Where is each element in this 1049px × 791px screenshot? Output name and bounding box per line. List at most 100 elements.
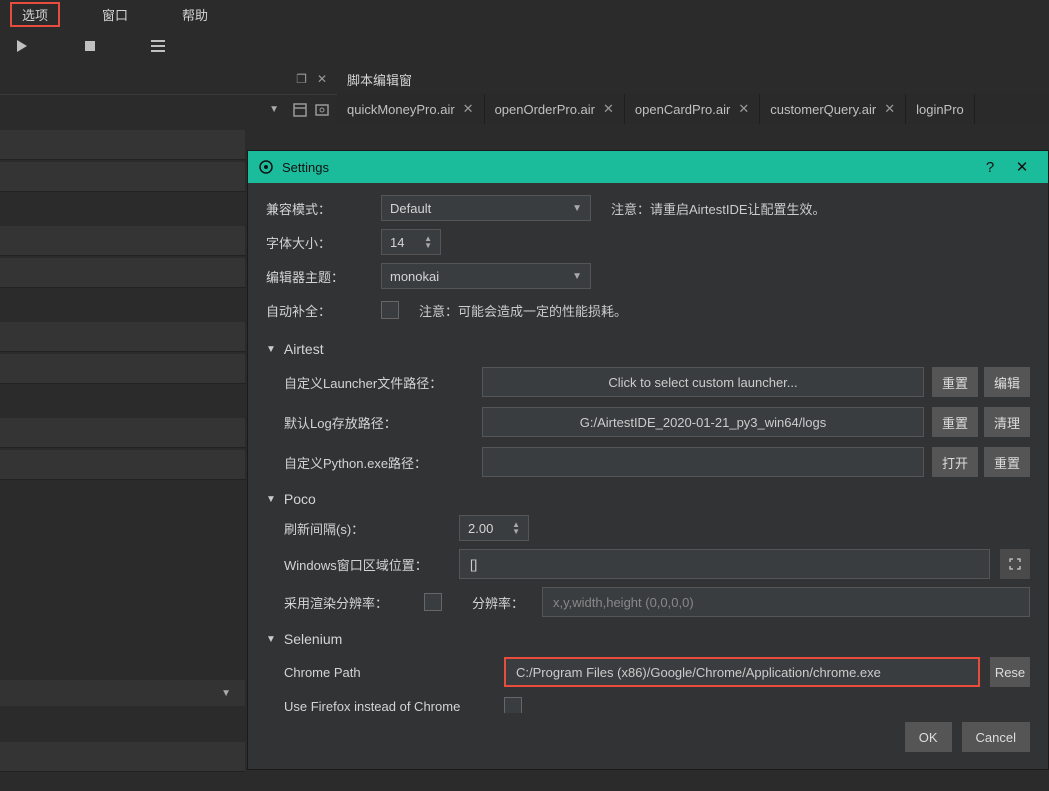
- left-dropdown[interactable]: ▼: [0, 680, 245, 706]
- compat-mode-select[interactable]: Default ▼: [381, 195, 591, 221]
- log-path-input[interactable]: G:/AirtestIDE_2020-01-21_py3_win64/logs: [482, 407, 924, 437]
- autocomplete-note: 注意：可能会造成一定的性能损耗。: [419, 301, 627, 320]
- log-reset-button[interactable]: 重置: [932, 407, 978, 437]
- python-path-input[interactable]: [482, 447, 924, 477]
- font-size-label: 字体大小：: [266, 233, 371, 252]
- settings-dialog: Settings ? ✕ 兼容模式： Default ▼ 注意：请重启Airte…: [247, 150, 1049, 770]
- list-item[interactable]: [0, 130, 245, 160]
- windows-area-label: Windows窗口区域位置：: [284, 555, 449, 574]
- panel-header-row: ❐ ✕ 脚本编辑窗: [0, 64, 1049, 94]
- tab-quickmoneypro[interactable]: quickMoneyPro.air✕: [337, 94, 485, 124]
- dialog-titlebar: Settings ? ✕: [248, 151, 1048, 183]
- chrome-path-label: Chrome Path: [284, 665, 494, 680]
- list-item[interactable]: [0, 354, 245, 384]
- render-res-checkbox[interactable]: [424, 593, 442, 611]
- list-item[interactable]: [0, 450, 245, 480]
- python-reset-button[interactable]: 重置: [984, 447, 1030, 477]
- list-spacer: [0, 194, 245, 224]
- chrome-path-input[interactable]: C:/Program Files (x86)/Google/Chrome/App…: [504, 657, 980, 687]
- python-path-label: 自定义Python.exe路径：: [284, 453, 474, 472]
- list-item[interactable]: [0, 226, 245, 256]
- chrome-reset-button[interactable]: Rese: [990, 657, 1030, 687]
- triangle-down-icon: ▼: [266, 494, 276, 505]
- left-panel-header: ❐ ✕: [0, 72, 337, 86]
- section-selenium[interactable]: ▼ Selenium: [266, 631, 1030, 647]
- close-icon[interactable]: ✕: [317, 72, 327, 86]
- close-icon[interactable]: ✕: [738, 101, 749, 117]
- theme-label: 编辑器主题：: [266, 267, 371, 286]
- play-icon[interactable]: [15, 39, 29, 53]
- compat-mode-label: 兼容模式：: [266, 199, 371, 218]
- list-spacer: [0, 386, 245, 416]
- help-button[interactable]: ?: [974, 159, 1006, 176]
- compat-note: 注意：请重启AirtestIDE让配置生效。: [611, 199, 826, 218]
- tab-label: customerQuery.air: [770, 102, 876, 117]
- resolution-input[interactable]: x,y,width,height (0,0,0,0): [542, 587, 1030, 617]
- menu-help[interactable]: 帮助: [170, 2, 220, 27]
- refresh-interval-spinbox[interactable]: 2.00 ▲▼: [459, 515, 529, 541]
- font-size-spinbox[interactable]: 14 ▲▼: [381, 229, 441, 255]
- gear-icon: [258, 159, 274, 175]
- chevron-down-icon: ▼: [572, 271, 582, 282]
- tool-icon-2[interactable]: [315, 103, 329, 117]
- render-res-label: 采用渲染分辨率：: [284, 593, 414, 612]
- launcher-input[interactable]: Click to select custom launcher...: [482, 367, 924, 397]
- close-icon[interactable]: ✕: [463, 101, 474, 117]
- autocomplete-checkbox[interactable]: [381, 301, 399, 319]
- cancel-button[interactable]: Cancel: [962, 722, 1030, 752]
- log-clean-button[interactable]: 清理: [984, 407, 1030, 437]
- launcher-label: 自定义Launcher文件路径：: [284, 373, 474, 392]
- list-item[interactable]: [0, 162, 245, 192]
- list-spacer: [0, 706, 245, 736]
- tab-label: openOrderPro.air: [495, 102, 595, 117]
- launcher-edit-button[interactable]: 编辑: [984, 367, 1030, 397]
- menubar: 选项 窗口 帮助: [0, 0, 1049, 28]
- list-icon[interactable]: [151, 40, 165, 52]
- chevron-down-icon: ▼: [221, 688, 231, 699]
- tab-customerquery[interactable]: customerQuery.air ✕: [760, 94, 906, 124]
- spinner-arrows-icon: ▲▼: [512, 521, 520, 535]
- use-firefox-checkbox[interactable]: [504, 697, 522, 713]
- script-editor-label: 脚本编辑窗: [337, 70, 412, 89]
- list-item[interactable]: [0, 322, 245, 352]
- dialog-body: 兼容模式： Default ▼ 注意：请重启AirtestIDE让配置生效。 字…: [248, 183, 1048, 713]
- tab-label: loginPro: [916, 102, 964, 117]
- dropdown-arrow-icon[interactable]: ▼: [269, 104, 279, 115]
- close-button[interactable]: ✕: [1006, 158, 1038, 176]
- windows-area-input[interactable]: []: [459, 549, 990, 579]
- close-icon[interactable]: ✕: [884, 101, 895, 117]
- ok-button[interactable]: OK: [905, 722, 952, 752]
- tab-loginpro[interactable]: loginPro: [906, 94, 975, 124]
- menu-window[interactable]: 窗口: [90, 2, 140, 27]
- tab-label: openCardPro.air: [635, 102, 730, 117]
- restore-icon[interactable]: ❐: [296, 72, 307, 86]
- section-poco[interactable]: ▼ Poco: [266, 491, 1030, 507]
- tab-openorderpro[interactable]: openOrderPro.air ✕: [485, 94, 625, 124]
- tab-opencardpro[interactable]: openCardPro.air ✕: [625, 94, 760, 124]
- log-path-label: 默认Log存放路径：: [284, 413, 474, 432]
- theme-select[interactable]: monokai ▼: [381, 263, 591, 289]
- autocomplete-label: 自动补全：: [266, 301, 371, 320]
- resolution-label: 分辨率：: [472, 593, 532, 612]
- maximize-icon[interactable]: [1000, 549, 1030, 579]
- left-tabs-controls: ▼: [0, 94, 337, 124]
- triangle-down-icon: ▼: [266, 344, 276, 355]
- list-item[interactable]: [0, 258, 245, 288]
- list-spacer: [0, 290, 245, 320]
- triangle-down-icon: ▼: [266, 634, 276, 645]
- launcher-reset-button[interactable]: 重置: [932, 367, 978, 397]
- list-item[interactable]: [0, 742, 245, 772]
- toolbar: [0, 28, 1049, 64]
- menu-options[interactable]: 选项: [10, 2, 60, 27]
- python-open-button[interactable]: 打开: [932, 447, 978, 477]
- section-airtest[interactable]: ▼ Airtest: [266, 341, 1030, 357]
- list-item[interactable]: [0, 418, 245, 448]
- chevron-down-icon: ▼: [572, 203, 582, 214]
- left-sidebar: ▼: [0, 130, 245, 774]
- tool-icon-1[interactable]: [293, 103, 307, 117]
- stop-icon[interactable]: [84, 40, 96, 52]
- spinner-arrows-icon: ▲▼: [424, 235, 432, 249]
- tabs-row: ▼ quickMoneyPro.air✕ openOrderPro.air ✕ o…: [0, 94, 1049, 124]
- close-icon[interactable]: ✕: [603, 101, 614, 117]
- use-firefox-label: Use Firefox instead of Chrome: [284, 699, 494, 714]
